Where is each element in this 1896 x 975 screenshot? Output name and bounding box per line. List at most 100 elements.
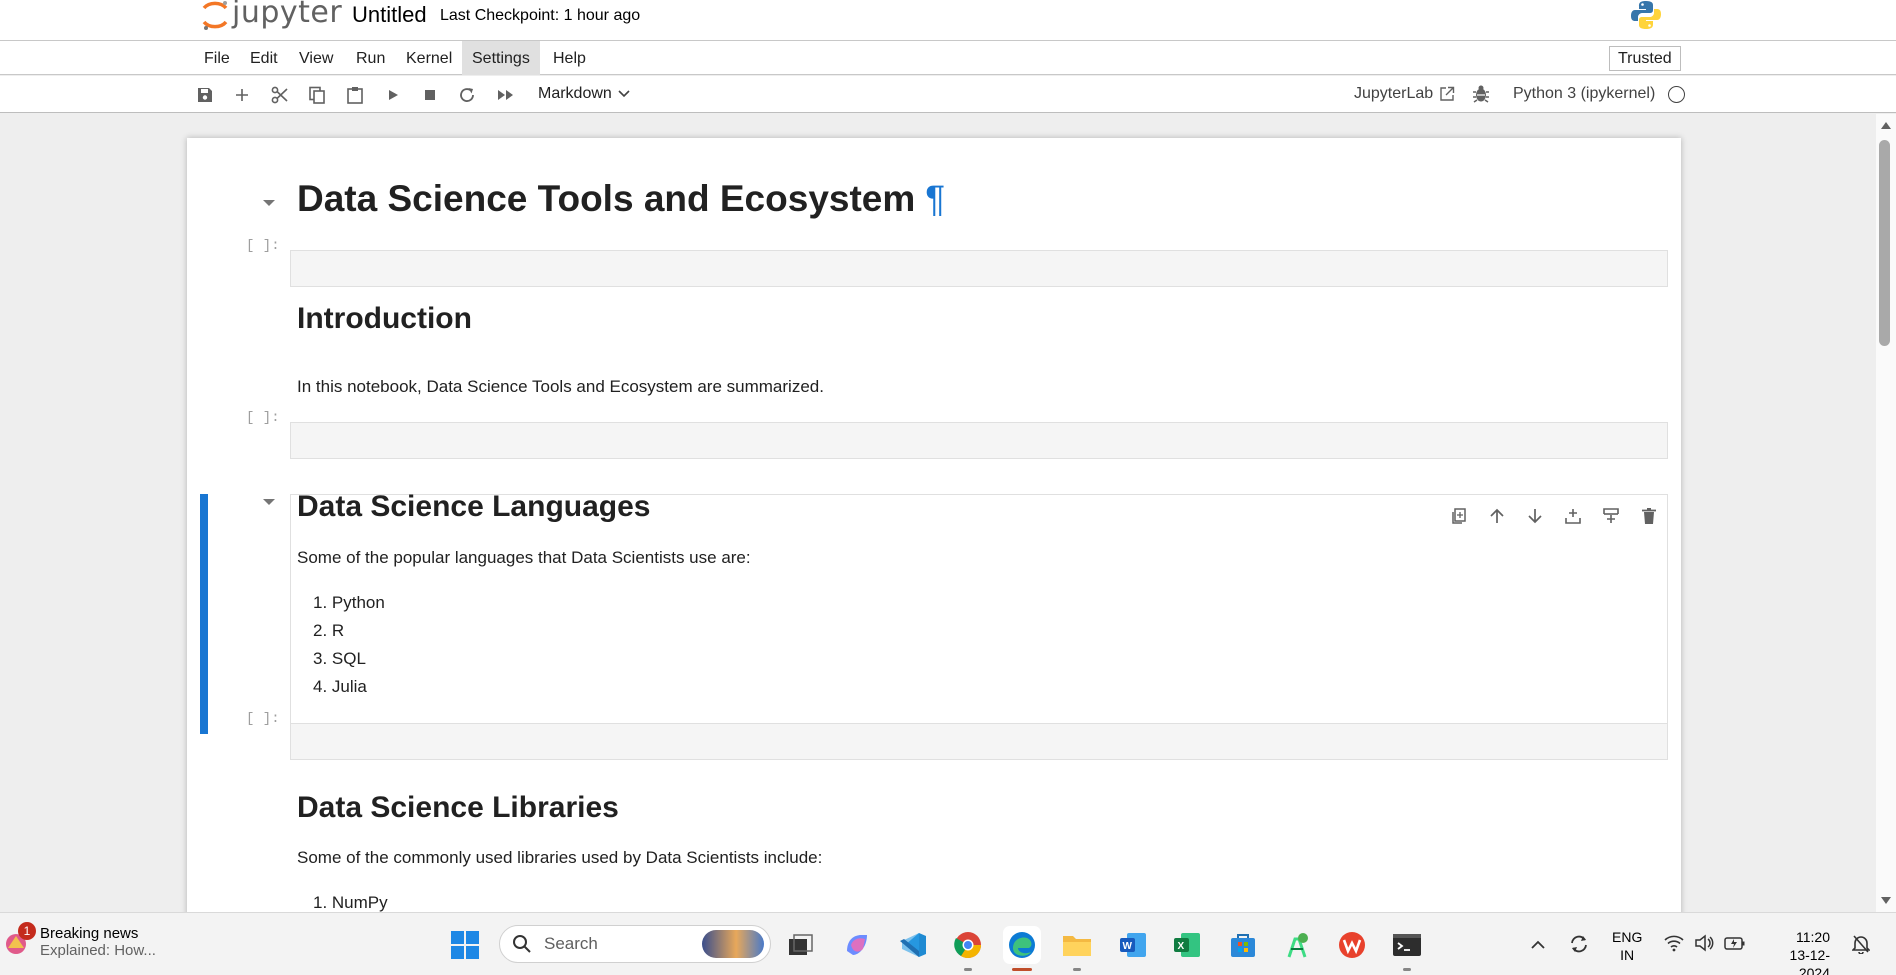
taskbar-clock[interactable]: 11:20 13-12-2024 <box>1760 928 1830 975</box>
cell-prompt: [ ]: <box>246 711 280 727</box>
cell-type-dropdown[interactable]: Markdown <box>538 85 630 103</box>
last-checkpoint: Last Checkpoint: 1 hour ago <box>440 7 641 24</box>
wifi-icon[interactable] <box>1664 934 1684 952</box>
libraries-heading: Data Science Libraries <box>297 791 619 824</box>
intro-text: In this notebook, Data Science Tools and… <box>297 377 824 396</box>
fast-forward-icon[interactable] <box>494 83 518 107</box>
code-cell-empty[interactable] <box>290 250 1668 287</box>
search-icon <box>513 935 531 953</box>
vscode-icon[interactable] <box>897 929 929 961</box>
system-tray[interactable] <box>1664 934 1746 952</box>
restart-icon[interactable] <box>455 83 479 107</box>
notebook-area[interactable]: Data Science Tools and Ecosystem ¶ [ ]: I… <box>0 114 1896 912</box>
list-item: 1. Python <box>313 593 385 612</box>
terminal-icon[interactable] <box>1391 929 1423 971</box>
save-icon[interactable] <box>193 83 217 107</box>
show-hidden-icons-chevron-icon[interactable] <box>1530 937 1546 955</box>
heading-anchor-link[interactable]: ¶ <box>925 178 945 219</box>
volume-icon[interactable] <box>1694 934 1714 952</box>
run-icon[interactable] <box>381 83 405 107</box>
file-explorer-icon[interactable] <box>1061 929 1093 971</box>
menu-settings[interactable]: Settings <box>462 41 540 75</box>
scroll-up-arrow-icon[interactable] <box>1881 122 1891 129</box>
battery-charging-icon[interactable] <box>1724 934 1746 952</box>
menu-run[interactable]: Run <box>346 41 395 75</box>
menu-bar: File Edit View Run Kernel Settings Help … <box>0 41 1896 75</box>
active-markdown-cell[interactable] <box>290 494 1668 734</box>
paste-icon[interactable] <box>343 83 367 107</box>
title-heading-text: Data Science Tools and Ecosystem <box>297 178 916 219</box>
active-window-indicator <box>1012 968 1032 971</box>
chrome-icon[interactable] <box>952 929 984 971</box>
notebook-title[interactable]: Untitled <box>352 2 427 28</box>
windows-taskbar: 1 Breaking news Explained: How... Search… <box>0 912 1896 975</box>
title-heading: Data Science Tools and Ecosystem ¶ <box>297 178 945 220</box>
sync-icon[interactable] <box>1568 933 1590 960</box>
windows-start-icon[interactable] <box>450 930 480 960</box>
notebook-page: Data Science Tools and Ecosystem ¶ [ ]: I… <box>187 138 1681 912</box>
input-language-indicator[interactable]: ENG IN <box>1612 928 1642 964</box>
external-link-icon <box>1440 86 1455 101</box>
news-widget[interactable]: 1 Breaking news Explained: How... <box>2 922 156 959</box>
jupyter-logo-icon <box>200 0 230 32</box>
wps-office-icon[interactable] <box>1336 929 1368 961</box>
jupyterlab-label: JupyterLab <box>1354 85 1434 102</box>
jupyter-logo[interactable]: jupyter <box>200 0 342 32</box>
copilot-icon[interactable] <box>841 929 873 961</box>
menu-edit[interactable]: Edit <box>240 41 288 75</box>
store-icon[interactable] <box>1227 929 1259 961</box>
notifications-bell-icon[interactable] <box>1851 934 1871 959</box>
kernel-name[interactable]: Python 3 (ipykernel) <box>1513 85 1655 103</box>
trusted-indicator[interactable]: Trusted <box>1609 46 1681 71</box>
insert-above-icon[interactable] <box>1599 504 1623 528</box>
task-view-icon[interactable] <box>785 929 817 961</box>
list-item: 1. NumPy <box>313 893 388 912</box>
menu-view[interactable]: View <box>289 41 343 75</box>
language-region: IN <box>1620 947 1635 963</box>
insert-below-icon[interactable] <box>1561 504 1585 528</box>
delete-icon[interactable] <box>1637 504 1661 528</box>
jupyter-wordmark: jupyter <box>232 0 343 30</box>
scroll-down-arrow-icon[interactable] <box>1881 897 1891 904</box>
collapse-heading-icon[interactable] <box>263 499 275 505</box>
search-highlight-art <box>702 930 764 958</box>
search-placeholder: Search <box>544 934 598 953</box>
open-jupyterlab-link[interactable]: JupyterLab <box>1354 85 1455 103</box>
move-up-icon[interactable] <box>1485 504 1509 528</box>
excel-icon[interactable]: X <box>1171 929 1203 961</box>
cut-icon[interactable] <box>268 83 292 107</box>
news-widget-icon: 1 <box>2 922 36 956</box>
languages-heading: Data Science Languages <box>297 490 651 523</box>
menu-help[interactable]: Help <box>543 41 596 75</box>
libraries-text: Some of the commonly used libraries used… <box>297 848 823 867</box>
language-code: ENG <box>1612 929 1643 945</box>
collapse-heading-icon[interactable] <box>263 200 275 206</box>
running-indicator <box>1403 968 1411 971</box>
vertical-scrollbar[interactable] <box>1876 114 1896 912</box>
active-cell-indicator <box>200 494 208 734</box>
news-subtitle: Explained: How... <box>40 942 156 959</box>
word-icon[interactable]: W <box>1117 929 1149 961</box>
list-item: 3. SQL <box>313 649 366 668</box>
clock-date: 13-12-2024 <box>1789 947 1830 975</box>
code-cell-empty[interactable] <box>290 422 1668 459</box>
debugger-bug-icon[interactable] <box>1472 84 1490 109</box>
scroll-thumb[interactable] <box>1879 140 1890 346</box>
running-indicator <box>964 968 972 971</box>
code-cell-empty[interactable] <box>290 723 1668 760</box>
cell-type-value: Markdown <box>538 85 612 102</box>
kernel-status-idle-icon <box>1668 86 1685 103</box>
move-down-icon[interactable] <box>1523 504 1547 528</box>
menu-file[interactable]: File <box>194 41 240 75</box>
menu-kernel[interactable]: Kernel <box>396 41 462 75</box>
duplicate-icon[interactable] <box>1447 504 1471 528</box>
taskbar-search[interactable]: Search <box>499 925 771 963</box>
android-studio-icon[interactable] <box>1281 929 1313 961</box>
stop-icon[interactable] <box>418 83 442 107</box>
edge-icon[interactable] <box>1006 929 1038 971</box>
list-item: 2. R <box>313 621 345 640</box>
news-badge: 1 <box>18 922 36 940</box>
copy-icon[interactable] <box>305 83 329 107</box>
add-cell-icon[interactable] <box>230 83 254 107</box>
cell-prompt: [ ]: <box>246 410 280 426</box>
